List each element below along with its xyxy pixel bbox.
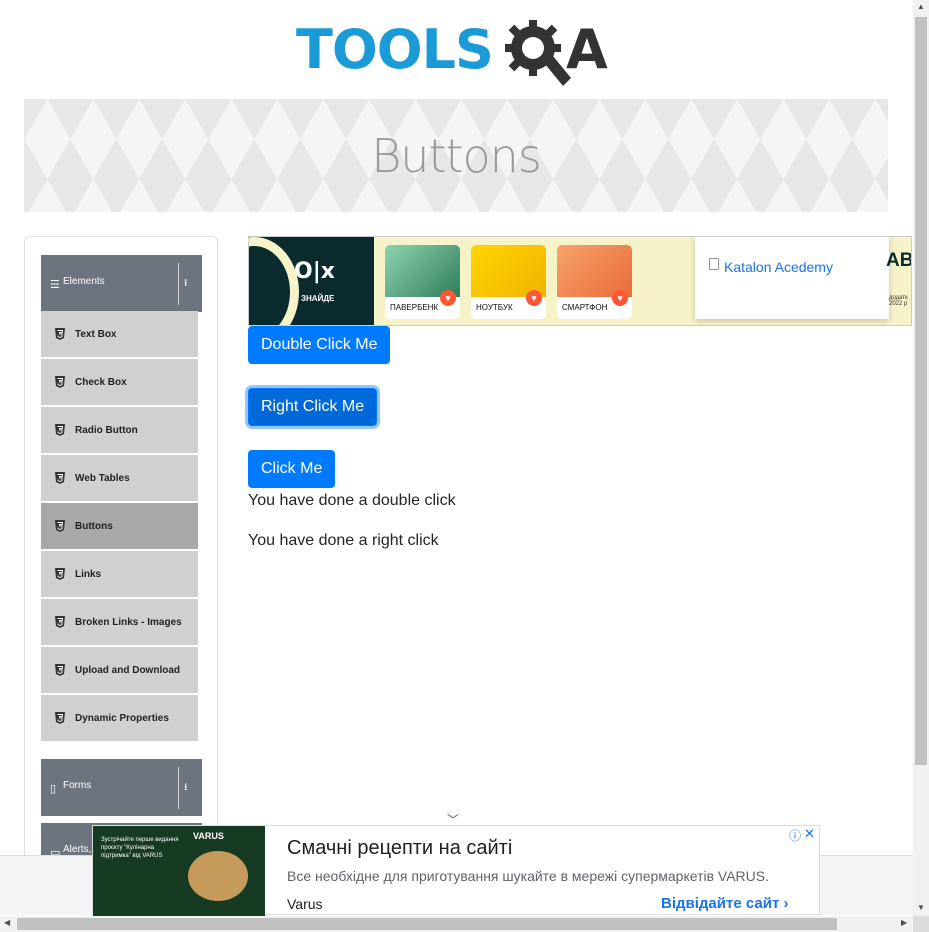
promo-text: Зустрічайте перше видання проєкту "Кулін… <box>101 837 179 859</box>
html5-icon <box>55 424 65 436</box>
ad-product-card[interactable]: ♥ СМАРТФОН <box>557 245 632 319</box>
ad-advertiser: Varus <box>287 896 323 912</box>
scroll-left-icon[interactable]: ◀ <box>4 918 10 927</box>
expand-arrow-icon[interactable]: ⭳ <box>184 780 188 797</box>
olx-tagline: ЗНАЙДЕ <box>301 294 335 303</box>
html5-icon <box>55 376 65 388</box>
scroll-right-icon[interactable]: ▶ <box>901 918 907 927</box>
toolsqa-logo[interactable]: TOOLS A <box>296 14 626 92</box>
ad-heading-fragment: AB <box>886 250 912 271</box>
ad-title[interactable]: Смачні рецепти на сайті <box>287 837 512 860</box>
horizontal-scrollbar[interactable]: ◀ ▶ <box>0 916 913 932</box>
heart-icon: ♥ <box>612 290 628 306</box>
sidebar-item-web-tables[interactable]: Web Tables <box>41 455 198 503</box>
double-click-button[interactable]: Double Click Me <box>248 326 391 364</box>
divider <box>178 767 179 809</box>
sidebar-item-text-box[interactable]: Text Box <box>41 311 198 359</box>
ad-close-icon[interactable]: ✕ <box>804 826 815 842</box>
olx-ad-logo: O|x ЗНАЙДЕ <box>249 237 374 325</box>
ad-info-icon[interactable]: ⓘ <box>789 827 801 844</box>
html5-icon <box>55 664 65 676</box>
sidebar-item-dynamic-properties[interactable]: Dynamic Properties <box>41 695 198 743</box>
ad-product-card[interactable]: ♥ ПАВЕРБЕНК <box>385 245 460 319</box>
visit-site-link[interactable]: Відвідайте сайт › <box>661 895 788 912</box>
product-label: СМАРТФОН <box>562 303 608 312</box>
advertisement-bottom[interactable]: Зустрічайте перше видання проєкту "Кулін… <box>92 825 820 916</box>
sidebar-item-label: Broken Links - Images <box>75 617 182 628</box>
logo-text-end: A <box>566 18 608 81</box>
sidebar-menu-list: Text Box Check Box Radio Button Web Tabl… <box>41 311 198 743</box>
html5-icon <box>55 520 65 532</box>
sidebar-item-label: Text Box <box>75 329 117 340</box>
katalon-ad-image[interactable]: Katalon Acedemy <box>695 237 889 319</box>
sidebar-item-broken-links[interactable]: Broken Links - Images <box>41 599 198 647</box>
sidebar-group-forms[interactable]: ▯ Forms ⭳ <box>41 759 202 816</box>
heart-icon: ♥ <box>526 290 542 306</box>
sidebar-item-label: Radio Button <box>75 425 138 436</box>
promo-brand: VARUS <box>193 831 224 841</box>
sidebar-item-upload-download[interactable]: Upload and Download <box>41 647 198 695</box>
vertical-scrollbar[interactable]: ▲ ▼ <box>913 0 929 916</box>
page-banner: Buttons <box>24 99 888 212</box>
ad-small-text: додатк 2022 р <box>889 295 908 307</box>
html5-icon <box>55 568 65 580</box>
sidebar-item-label: Upload and Download <box>75 665 180 676</box>
sidebar: ☰ Elements ⭱ Text Box Check Box Radio Bu… <box>24 236 218 876</box>
image-alt-text: Katalon Acedemy <box>724 259 833 275</box>
gear-magnifier-icon <box>505 20 571 86</box>
right-click-message: You have done a right click <box>248 532 439 549</box>
html5-icon <box>55 328 65 340</box>
ad-description: Все необхідне для приготування шукайте в… <box>287 868 770 884</box>
sidebar-group-label: Elements <box>63 276 105 287</box>
advertisement-top[interactable]: O|x ЗНАЙДЕ ♥ ПАВЕРБЕНК ♥ НОУТБУК ♥ СМАРТ… <box>248 236 912 326</box>
sidebar-item-label: Web Tables <box>75 473 130 484</box>
sidebar-item-links[interactable]: Links <box>41 551 198 599</box>
divider <box>178 263 179 305</box>
page-title: Buttons <box>371 129 542 183</box>
collapse-arrow-icon[interactable]: ⭱ <box>184 276 188 293</box>
sidebar-item-buttons[interactable]: Buttons <box>41 503 198 551</box>
sidebar-item-label: Links <box>75 569 102 580</box>
sidebar-item-label: Check Box <box>75 377 127 388</box>
sidebar-group-label: Alerts, <box>63 844 92 855</box>
ad-product-card[interactable]: ♥ НОУТБУК <box>471 245 546 319</box>
sidebar-group-elements[interactable]: ☰ Elements ⭱ <box>41 255 202 312</box>
product-label: ПАВЕРБЕНК <box>390 303 439 312</box>
visit-site-label: Відвідайте сайт <box>661 895 780 912</box>
document-icon: ▯ <box>50 783 57 795</box>
html5-icon <box>55 616 65 628</box>
decorative-arc <box>249 237 299 325</box>
product-label: НОУТБУК <box>476 303 513 312</box>
food-image <box>188 851 248 901</box>
scroll-down-icon[interactable]: ▼ <box>917 903 925 912</box>
scrollbar-thumb[interactable] <box>17 918 837 930</box>
logo-text: TOOLS <box>296 18 494 81</box>
varus-ad-image: Зустрічайте перше видання проєкту "Кулін… <box>93 826 265 916</box>
sidebar-item-label: Buttons <box>75 521 113 532</box>
heart-icon: ♥ <box>440 290 456 306</box>
broken-image-icon <box>709 258 719 270</box>
scrollbar-corner <box>913 916 929 932</box>
sidebar-group-label: Forms <box>63 780 92 791</box>
double-click-message: You have done a double click <box>248 492 456 509</box>
html5-icon <box>55 472 65 484</box>
right-click-button[interactable]: Right Click Me <box>248 388 378 426</box>
menu-icon: ☰ <box>50 279 60 291</box>
olx-brand: O|x <box>294 259 335 284</box>
scroll-up-icon[interactable]: ▲ <box>917 2 925 11</box>
scrollbar-thumb[interactable] <box>915 17 927 765</box>
html5-icon <box>55 712 65 724</box>
sidebar-item-label: Dynamic Properties <box>75 713 169 724</box>
sidebar-item-check-box[interactable]: Check Box <box>41 359 198 407</box>
sidebar-item-radio-button[interactable]: Radio Button <box>41 407 198 455</box>
click-me-button[interactable]: Click Me <box>248 450 336 488</box>
